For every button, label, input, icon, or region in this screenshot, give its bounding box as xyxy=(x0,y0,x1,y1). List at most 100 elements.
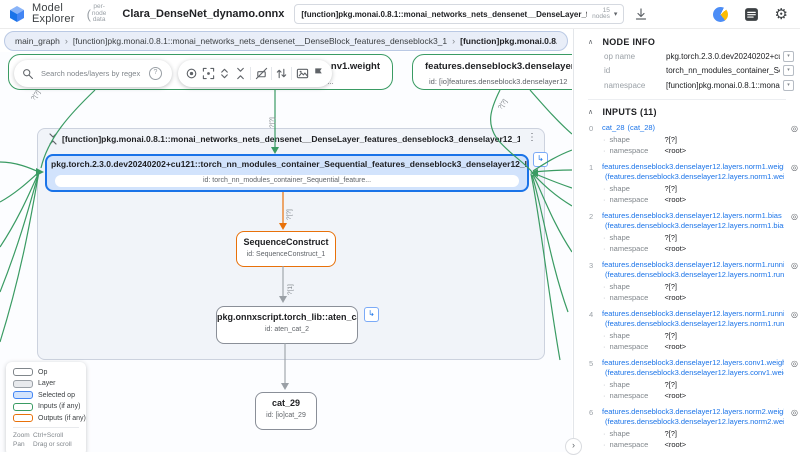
legend: Op Layer Selected op Inputs (if any) Out… xyxy=(6,362,86,452)
input-item: 3 features.denseblock3.denselayer12.laye… xyxy=(589,260,798,302)
chevron-right-icon: › xyxy=(64,36,68,46)
snapshot-image-icon[interactable] xyxy=(296,67,309,80)
graph-selector-label: [function]pkg.monai.0.8.1::monai_network… xyxy=(301,9,587,19)
legend-item-inputs: Inputs (if any) xyxy=(13,402,80,411)
input-link[interactable]: features.denseblock3.denselayer12.layers… xyxy=(602,358,784,368)
chevron-up-icon: ∧ xyxy=(588,39,594,46)
locate-icon[interactable]: ◎ xyxy=(791,163,798,172)
edge-label: ?[1] xyxy=(287,284,294,295)
input-link[interactable]: features.denseblock3.denselayer12.layers… xyxy=(602,309,784,319)
fit-screen-icon[interactable] xyxy=(202,67,215,80)
input-item: 1 features.denseblock3.denselayer12.laye… xyxy=(589,162,798,204)
expand-value-icon[interactable]: ▾ xyxy=(783,50,794,62)
theme-palette-icon[interactable] xyxy=(712,6,728,22)
collapse-layer-icon[interactable] xyxy=(47,133,59,145)
node-id-pill: id: torch_nn_modules_container_Sequentia… xyxy=(55,175,519,187)
collapse-panel-button[interactable]: › xyxy=(565,438,582,455)
open-in-layer-icon[interactable]: ↳ xyxy=(533,152,548,167)
layer-swatch xyxy=(13,379,33,388)
field-namespace: namespace [function]pkg.monai.0.8.1::mon… xyxy=(588,79,800,91)
node-aten-cat[interactable]: pkg.onnxscript.torch_lib::aten_cat id: a… xyxy=(216,306,358,344)
breadcrumb-current[interactable]: [function]pkg.monai.0.8.1::monai_netw... xyxy=(460,36,557,46)
swap-vertical-icon[interactable] xyxy=(275,67,288,80)
tab-model-file[interactable]: Clara_DenseNet_dynamo.onnx xyxy=(122,8,284,20)
input-item: 2 features.denseblock3.denselayer12.laye… xyxy=(589,211,798,253)
toolbar-separator xyxy=(291,67,293,80)
curve-bracket-icon: ( xyxy=(86,6,91,22)
visibility-icon[interactable] xyxy=(185,67,198,80)
search-bar[interactable]: ? xyxy=(14,60,172,87)
node-info-header[interactable]: ∧ NODE INFO xyxy=(588,37,800,47)
graph-selector[interactable]: [function]pkg.monai.0.8.1::monai_network… xyxy=(294,4,625,24)
inputs-header[interactable]: ∧ INPUTS (11) xyxy=(588,107,800,117)
open-in-layer-icon[interactable]: ↳ xyxy=(364,307,379,322)
input-link[interactable]: features.denseblock3.denselayer12.layers… xyxy=(602,162,784,172)
locate-icon[interactable]: ◎ xyxy=(791,408,798,417)
selected-node-sequential[interactable]: pkg.torch.2.3.0.dev20240202+cu121::torch… xyxy=(45,154,529,192)
input-node-denselayer12[interactable]: features.denseblock3.denselayer12.laye i… xyxy=(412,54,572,90)
field-op-name: op name pkg.torch.2.3.0.dev20240202+cu12… xyxy=(588,50,800,62)
outputs-swatch xyxy=(13,414,33,422)
input-link[interactable]: cat_28 xyxy=(602,123,625,133)
node-info-panel: ∧ NODE INFO op name pkg.torch.2.3.0.dev2… xyxy=(573,28,800,452)
locate-icon[interactable]: ◎ xyxy=(791,359,798,368)
kebab-menu-icon[interactable]: ⋮ xyxy=(527,132,537,143)
legend-item-layer: Layer xyxy=(13,379,79,388)
app-logo xyxy=(10,6,24,22)
input-item: 0 cat_28 (cat_28) ◎ · shape ?[?] · namespace… xyxy=(589,122,798,156)
chevron-down-icon: ▾ xyxy=(613,11,618,18)
graph-canvas[interactable]: nv1.weight ...rs.co... features.denseblo… xyxy=(0,52,572,452)
input-link[interactable]: features.denseblock3.denselayer12.layers… xyxy=(602,407,784,417)
op-swatch xyxy=(13,368,33,376)
inputs-swatch xyxy=(13,402,33,411)
breadcrumb: main_graph › [function]pkg.monai.0.8.1::… xyxy=(4,31,568,51)
edge-label: ?[?] xyxy=(30,89,42,103)
inputs-list: 0 cat_28 (cat_28) ◎ · shape ?[?] · namespace… xyxy=(588,123,800,453)
download-icon[interactable] xyxy=(634,7,648,21)
edge-label: ?[?] xyxy=(269,117,276,128)
app-title: Model Explorer xyxy=(32,2,75,25)
collapse-all-icon[interactable] xyxy=(234,67,247,80)
expand-all-icon[interactable] xyxy=(218,67,231,80)
input-link[interactable]: features.denseblock3.denselayer12.layers… xyxy=(602,260,784,270)
node-cat-29[interactable]: cat_29 id: [io]cat_29 xyxy=(255,392,317,430)
node-sequence-construct[interactable]: SequenceConstruct id: SequenceConstruct_… xyxy=(236,231,336,267)
toolbar-separator xyxy=(250,67,252,80)
chevron-up-icon: ∧ xyxy=(588,108,594,116)
expand-value-icon[interactable]: ▾ xyxy=(783,79,794,91)
node-count-badge: 15 nodes xyxy=(592,6,610,20)
shortcut-pan: Pan Drag or scroll xyxy=(13,441,72,448)
per-node-data-control[interactable]: ( per- node data xyxy=(87,0,107,28)
graph-toolbar xyxy=(178,60,332,87)
search-input[interactable] xyxy=(39,68,149,79)
flatten-layers-off-icon[interactable] xyxy=(255,67,268,80)
chevron-right-icon: › xyxy=(452,36,456,46)
edge-label: ?[?] xyxy=(497,98,509,112)
locate-icon[interactable]: ◎ xyxy=(791,310,798,319)
shortcut-zoom: Zoom Ctrl+Scroll xyxy=(13,432,64,439)
locate-icon[interactable]: ◎ xyxy=(791,212,798,221)
breadcrumb-denseblock[interactable]: [function]pkg.monai.0.8.1::monai_network… xyxy=(73,36,447,46)
toolbar-separator xyxy=(270,67,272,80)
legend-item-op: Op xyxy=(13,368,79,376)
input-item: 4 features.denseblock3.denselayer12.laye… xyxy=(589,309,798,351)
panel-divider xyxy=(588,98,786,100)
legend-item-selected-op: Selected op xyxy=(13,391,79,399)
input-link[interactable]: features.denseblock3.denselayer12.layers… xyxy=(602,211,782,221)
locate-icon[interactable]: ◎ xyxy=(791,261,798,270)
help-icon[interactable]: ? xyxy=(149,67,162,80)
list-icon[interactable] xyxy=(744,7,759,22)
breadcrumb-main-graph[interactable]: main_graph xyxy=(15,36,60,46)
flag-icon[interactable] xyxy=(312,67,325,80)
expand-value-icon[interactable]: ▾ xyxy=(783,65,794,76)
locate-icon[interactable]: ◎ xyxy=(791,124,798,133)
settings-gear-icon[interactable]: ⚙ xyxy=(775,7,788,22)
layer-title: [function]pkg.monai.0.8.1::monai_network… xyxy=(62,134,520,144)
legend-divider xyxy=(13,427,79,428)
edge-label: ?[?] xyxy=(286,209,293,220)
selected-op-swatch xyxy=(13,391,33,399)
input-item: 5 features.denseblock3.denselayer12.laye… xyxy=(589,358,798,400)
legend-item-outputs: Outputs (if any) xyxy=(13,414,86,422)
layer-denselayer12[interactable]: [function]pkg.monai.0.8.1::monai_network… xyxy=(37,128,548,360)
input-item: 6 features.denseblock3.denselayer12.laye… xyxy=(589,407,798,449)
